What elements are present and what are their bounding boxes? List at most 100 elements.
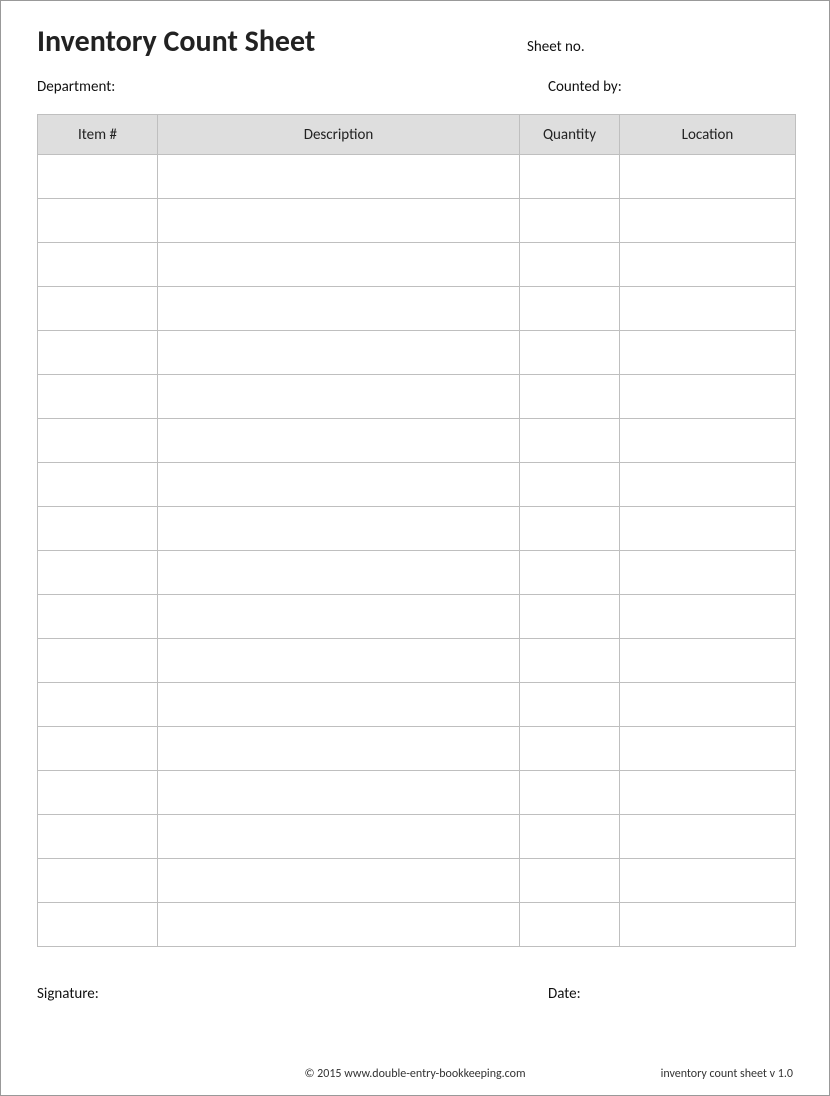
cell-description (158, 595, 520, 639)
cell-description (158, 375, 520, 419)
table-row (38, 595, 796, 639)
cell-location (620, 683, 796, 727)
cell-quantity (520, 155, 620, 199)
cell-quantity (520, 815, 620, 859)
page-title: Inventory Count Sheet (37, 23, 527, 60)
cell-item (38, 683, 158, 727)
cell-item (38, 419, 158, 463)
cell-item (38, 243, 158, 287)
table-row (38, 683, 796, 727)
table-row (38, 639, 796, 683)
cell-location (620, 639, 796, 683)
table-row (38, 419, 796, 463)
table-row (38, 551, 796, 595)
cell-quantity (520, 463, 620, 507)
signature-label: Signature: (37, 985, 548, 1003)
cell-location (620, 551, 796, 595)
table-row (38, 243, 796, 287)
cell-description (158, 199, 520, 243)
cell-description (158, 639, 520, 683)
cell-quantity (520, 903, 620, 947)
cell-item (38, 507, 158, 551)
table-row (38, 727, 796, 771)
cell-description (158, 551, 520, 595)
department-label: Department: (37, 78, 548, 96)
sheet-no-label: Sheet no. (527, 38, 585, 56)
cell-description (158, 287, 520, 331)
cell-description (158, 771, 520, 815)
table-row (38, 199, 796, 243)
table-row (38, 903, 796, 947)
counted-by-label: Counted by: (548, 78, 622, 96)
cell-description (158, 463, 520, 507)
cell-description (158, 683, 520, 727)
cell-location (620, 199, 796, 243)
cell-location (620, 859, 796, 903)
cell-item (38, 859, 158, 903)
cell-quantity (520, 595, 620, 639)
cell-location (620, 771, 796, 815)
cell-quantity (520, 683, 620, 727)
cell-description (158, 331, 520, 375)
cell-location (620, 419, 796, 463)
cell-item (38, 771, 158, 815)
cell-item (38, 287, 158, 331)
cell-item (38, 727, 158, 771)
cell-description (158, 903, 520, 947)
cell-location (620, 243, 796, 287)
cell-description (158, 155, 520, 199)
cell-description (158, 815, 520, 859)
cell-location (620, 375, 796, 419)
cell-item (38, 331, 158, 375)
cell-quantity (520, 771, 620, 815)
cell-item (38, 903, 158, 947)
table-row (38, 155, 796, 199)
cell-location (620, 287, 796, 331)
cell-quantity (520, 243, 620, 287)
table-row (38, 463, 796, 507)
table-row (38, 815, 796, 859)
signature-row: Signature: Date: (37, 985, 793, 1003)
col-header-description: Description (158, 115, 520, 155)
cell-item (38, 375, 158, 419)
cell-quantity (520, 375, 620, 419)
cell-quantity (520, 419, 620, 463)
table-row (38, 859, 796, 903)
cell-quantity (520, 507, 620, 551)
footer-version: inventory count sheet v 1.0 (661, 1067, 793, 1081)
cell-location (620, 727, 796, 771)
cell-location (620, 903, 796, 947)
cell-description (158, 419, 520, 463)
meta-row: Department: Counted by: (37, 78, 793, 96)
table-row (38, 375, 796, 419)
table-header-row: Item # Description Quantity Location (38, 115, 796, 155)
cell-quantity (520, 199, 620, 243)
cell-quantity (520, 727, 620, 771)
cell-item (38, 155, 158, 199)
cell-item (38, 463, 158, 507)
cell-quantity (520, 551, 620, 595)
table-row (38, 331, 796, 375)
table-row (38, 771, 796, 815)
cell-location (620, 507, 796, 551)
cell-item (38, 639, 158, 683)
cell-location (620, 155, 796, 199)
col-header-quantity: Quantity (520, 115, 620, 155)
cell-description (158, 859, 520, 903)
col-header-item: Item # (38, 115, 158, 155)
table-row (38, 287, 796, 331)
cell-location (620, 331, 796, 375)
cell-description (158, 727, 520, 771)
cell-item (38, 551, 158, 595)
cell-description (158, 243, 520, 287)
cell-location (620, 595, 796, 639)
cell-item (38, 199, 158, 243)
cell-quantity (520, 639, 620, 683)
cell-item (38, 815, 158, 859)
col-header-location: Location (620, 115, 796, 155)
cell-quantity (520, 331, 620, 375)
date-label: Date: (548, 985, 581, 1003)
table-row (38, 507, 796, 551)
inventory-table: Item # Description Quantity Location (37, 114, 796, 947)
cell-description (158, 507, 520, 551)
